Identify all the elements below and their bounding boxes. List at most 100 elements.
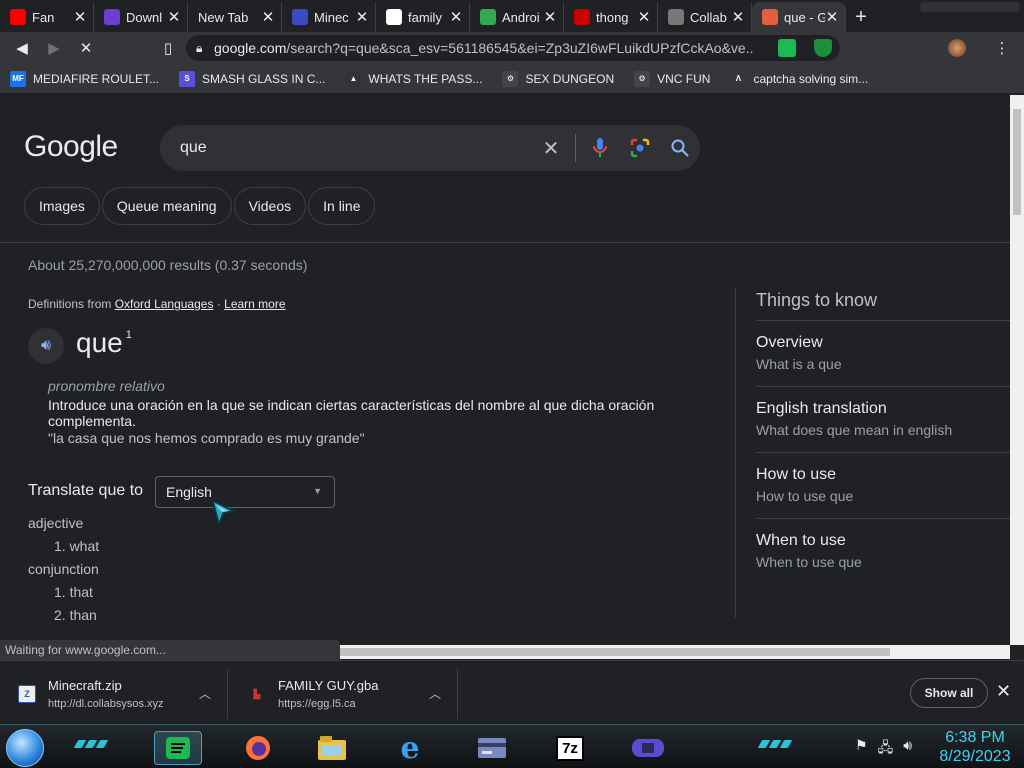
browser-tab[interactable]: Collab ✕ — [658, 2, 752, 32]
browser-tab[interactable]: Androi ✕ — [470, 2, 564, 32]
back-icon[interactable]: ◀ — [6, 32, 38, 64]
forward-icon[interactable]: ▶ — [38, 32, 70, 64]
browser-tab[interactable]: family ✕ — [376, 2, 470, 32]
taskbar-app-7zip-icon[interactable]: 7z — [546, 731, 594, 765]
tab-close-icon[interactable]: ✕ — [543, 8, 557, 26]
search-chip[interactable]: Videos — [233, 187, 307, 225]
translation-item[interactable]: 2. than — [54, 607, 97, 623]
browser-tab[interactable]: que - G ✕ — [752, 2, 846, 32]
language-select-value: English — [166, 484, 212, 500]
things-to-know-item[interactable]: When to use When to use que — [756, 518, 1010, 584]
clear-icon[interactable]: ✕ — [531, 125, 571, 171]
browser-tab[interactable]: Minec ✕ — [282, 2, 376, 32]
vertical-scrollbar[interactable] — [1010, 95, 1024, 645]
google-logo[interactable]: Google — [24, 130, 118, 164]
language-select[interactable]: English ▼ — [155, 476, 335, 508]
bookmark-label: MEDIAFIRE ROULET... — [33, 71, 160, 86]
close-icon[interactable]: ✕ — [996, 681, 1011, 702]
google-icon — [386, 9, 402, 25]
show-all-button[interactable]: Show all — [910, 678, 988, 708]
taskbar-app-ie-icon[interactable]: e — [386, 731, 434, 766]
bookmark-item[interactable]: ▲ WHATS THE PASS... — [345, 70, 482, 87]
microphone-icon[interactable] — [580, 125, 620, 171]
gear-icon: ⚙ — [634, 70, 651, 87]
tab-title: Minec — [314, 9, 349, 25]
stop-loading-icon[interactable]: ✕ — [70, 32, 102, 64]
tab-close-icon[interactable]: ✕ — [73, 8, 87, 26]
taskbar-app-spotify-icon[interactable] — [154, 731, 202, 765]
bookmark-item[interactable]: MF MEDIAFIRE ROULET... — [10, 70, 160, 87]
lens-icon[interactable] — [620, 125, 660, 171]
browser-tab[interactable]: New Tab ✕ — [188, 2, 282, 32]
browser-tab[interactable]: Fan ✕ — [0, 2, 94, 32]
menu-icon[interactable]: ⋮ — [986, 32, 1018, 64]
profile-avatar[interactable] — [948, 39, 966, 57]
new-tab-icon[interactable]: + — [846, 2, 876, 32]
search-input[interactable]: que — [180, 139, 531, 157]
download-item[interactable]: ▙ FAMILY GUY.gba https://egg.l5.ca ︿ — [230, 669, 458, 719]
browser-tab[interactable]: thong ✕ — [564, 2, 658, 32]
tab-close-icon[interactable]: ✕ — [355, 8, 369, 26]
things-to-know-item[interactable]: Overview What is a que — [756, 320, 1010, 386]
taskbar-app-card-icon[interactable] — [468, 731, 516, 765]
things-to-know-item[interactable]: English translation What does que mean in… — [756, 386, 1010, 452]
flag-icon[interactable]: ⚑ — [855, 737, 868, 761]
bookmarks-bar: MF MEDIAFIRE ROULET... S SMASH GLASS IN C..… — [0, 64, 1024, 94]
zip-file-icon: Z — [18, 685, 36, 703]
bookmark-item[interactable]: ⚙ VNC FUN — [634, 70, 711, 87]
oxford-languages-link[interactable]: Oxford Languages — [115, 297, 214, 311]
loading-icon — [762, 9, 778, 25]
clock-date: 8/29/2023 — [939, 748, 1011, 765]
glass-icon: S — [179, 70, 196, 87]
lock-icon[interactable]: 🔒︎ — [196, 41, 214, 56]
window-controls[interactable] — [920, 2, 1020, 12]
bookmark-item[interactable]: S SMASH GLASS IN C... — [179, 70, 325, 87]
bookmark-star-icon[interactable]: ▯ — [152, 32, 184, 64]
tab-title: Androi — [502, 9, 540, 25]
taskbar: e 7z ⚑ 🖧︎ 🔊︎ 6:38 PM 8/29/2023 — [0, 724, 1024, 768]
tab-close-icon[interactable]: ✕ — [825, 8, 839, 26]
tab-close-icon[interactable]: ✕ — [637, 8, 651, 26]
clock-time: 6:38 PM — [945, 729, 1005, 746]
search-chip[interactable]: In line — [308, 187, 376, 225]
tab-close-icon[interactable]: ✕ — [167, 8, 181, 26]
browser-toolbar: ◀ ▶ ✕ ▯ 🔒︎ google.com/search?q=que&sca_e… — [0, 32, 1024, 64]
extension-green-icon[interactable] — [778, 39, 796, 57]
chevron-up-icon[interactable]: ︿ — [199, 685, 211, 702]
bookmark-item[interactable]: Λcaptcha solving sim... — [730, 70, 868, 87]
start-orb-icon[interactable] — [6, 729, 44, 767]
part-of-speech: pronombre relativo — [48, 378, 165, 394]
taskbar-decoration — [73, 740, 109, 748]
things-to-know-item[interactable]: How to use How to use que — [756, 452, 1010, 518]
search-icon[interactable] — [660, 125, 700, 171]
word-class-label: conjunction — [28, 561, 99, 577]
definition-word: que 1 — [76, 327, 132, 358]
horizontal-scrollbar[interactable] — [340, 645, 1010, 659]
tab-close-icon[interactable]: ✕ — [261, 8, 275, 26]
taskbar-app-emulator-icon[interactable] — [624, 731, 672, 765]
chevron-up-icon[interactable]: ︿ — [429, 685, 441, 702]
taskbar-app-explorer-icon[interactable] — [308, 731, 356, 765]
speaker-icon[interactable]: 🔊︎ — [28, 328, 64, 364]
search-chip[interactable]: Queue meaning — [101, 187, 232, 225]
search-box[interactable]: que ✕ — [160, 125, 700, 171]
address-bar[interactable]: 🔒︎ google.com/search?q=que&sca_esv=56118… — [186, 35, 840, 61]
translation-item[interactable]: 1. that — [54, 584, 93, 600]
things-to-know-heading: How to use — [756, 466, 837, 483]
tab-close-icon[interactable]: ✕ — [449, 8, 463, 26]
volume-icon[interactable]: 🔊︎ — [903, 737, 912, 761]
vertical-scroll-thumb[interactable] — [1013, 109, 1021, 215]
tab-close-icon[interactable]: ✕ — [731, 8, 745, 26]
browser-tab[interactable]: Downl ✕ — [94, 2, 188, 32]
search-chip[interactable]: Images — [24, 187, 100, 225]
horizontal-scroll-thumb[interactable] — [340, 648, 890, 656]
learn-more-link[interactable]: Learn more — [224, 297, 285, 311]
taskbar-app-firefox-icon[interactable] — [234, 731, 282, 765]
network-icon[interactable]: 🖧︎ — [878, 737, 894, 761]
translation-item[interactable]: 1. what — [54, 538, 99, 554]
extension-shield-icon[interactable] — [814, 39, 832, 57]
download-item[interactable]: Z Minecraft.zip http://dl.collabsysos.xy… — [0, 669, 228, 719]
bookmark-label: VNC FUN — [657, 71, 711, 86]
taskbar-clock[interactable]: 6:38 PM 8/29/2023 — [930, 728, 1020, 766]
bookmark-item[interactable]: ⚙ SEX DUNGEON — [502, 70, 614, 87]
